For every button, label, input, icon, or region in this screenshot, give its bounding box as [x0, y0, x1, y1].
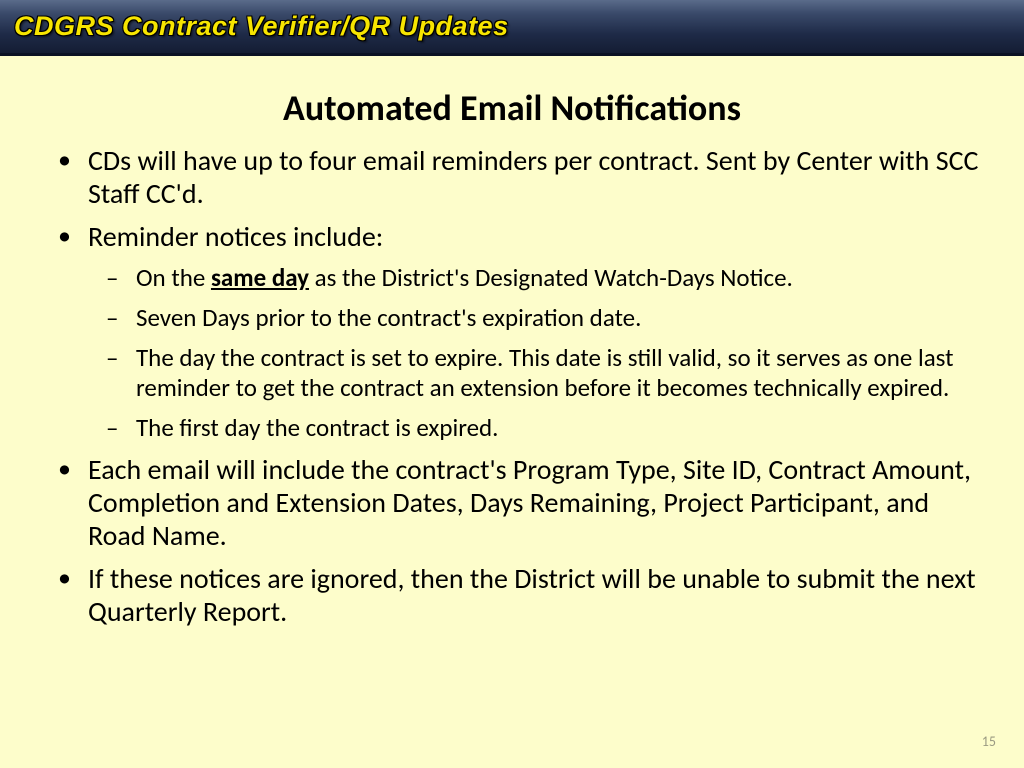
slide-title: Automated Email Notifications: [40, 86, 984, 130]
bullet-list-level2: On the same day as the District's Design…: [88, 263, 984, 443]
bullet-item: Reminder notices include: On the same da…: [88, 220, 984, 443]
bullet-item: CDs will have up to four email reminders…: [88, 144, 984, 210]
sub-bullet-item: Seven Days prior to the contract's expir…: [136, 303, 984, 333]
sub-bullet-text-pre: On the: [136, 262, 211, 293]
title-bar: CDGRS Contract Verifier/QR Updates: [0, 0, 1024, 56]
title-bar-text: CDGRS Contract Verifier/QR Updates: [14, 11, 509, 42]
sub-bullet-text-post: as the District's Designated Watch-Days …: [309, 262, 793, 293]
bullet-text: Reminder notices include:: [88, 219, 383, 254]
bullet-item: If these notices are ignored, then the D…: [88, 562, 984, 628]
bullet-item: Each email will include the contract's P…: [88, 453, 984, 552]
page-number: 15: [982, 733, 996, 750]
sub-bullet-emph: same day: [211, 262, 309, 293]
sub-bullet-item: The first day the contract is expired.: [136, 413, 984, 443]
bullet-list-level1: CDs will have up to four email reminders…: [40, 144, 984, 628]
slide: CDGRS Contract Verifier/QR Updates Autom…: [0, 0, 1024, 768]
slide-content: Automated Email Notifications CDs will h…: [0, 56, 1024, 628]
sub-bullet-item: The day the contract is set to expire. T…: [136, 343, 984, 403]
sub-bullet-item: On the same day as the District's Design…: [136, 263, 984, 293]
